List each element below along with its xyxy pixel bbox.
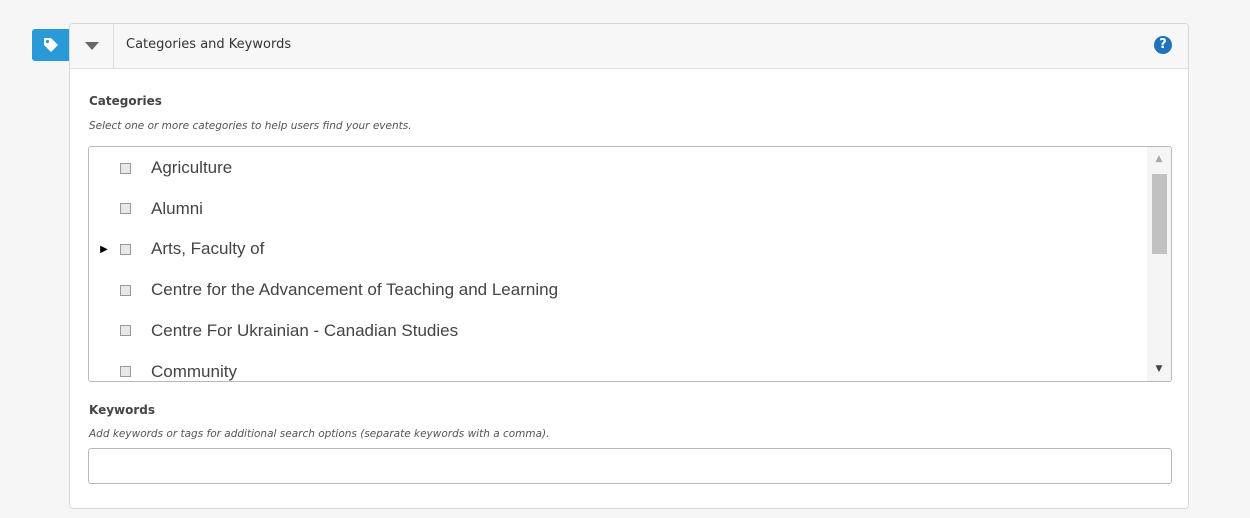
expand-arrow-icon[interactable]: ▶ xyxy=(99,244,109,255)
categories-scrollbar[interactable]: ▲ ▼ xyxy=(1147,147,1171,381)
tag-icon xyxy=(44,38,58,52)
categories-help-text: Select one or more categories to help us… xyxy=(89,120,412,132)
question-circle-icon[interactable]: ? xyxy=(1154,36,1172,54)
category-label: Community xyxy=(151,361,237,381)
category-item[interactable]: Community xyxy=(89,357,1147,382)
keywords-label: Keywords xyxy=(89,403,156,417)
panel-title: Categories and Keywords xyxy=(126,37,292,52)
panel-header: Categories and Keywords ? xyxy=(70,24,1188,69)
category-label: Agriculture xyxy=(151,158,233,177)
category-item[interactable]: Centre for the Advancement of Teaching a… xyxy=(89,275,1147,305)
keywords-input[interactable] xyxy=(88,448,1172,484)
category-checkbox[interactable] xyxy=(120,203,131,215)
category-checkbox[interactable] xyxy=(120,243,131,255)
caret-down-icon xyxy=(84,41,99,50)
scroll-down-arrow-icon[interactable]: ▼ xyxy=(1147,359,1171,379)
categories-list-box[interactable]: Agriculture Alumni ▶ Arts, Faculty of Centre… xyxy=(88,146,1172,382)
categories-keywords-panel: Categories and Keywords ? Categories Sel… xyxy=(69,23,1189,509)
category-checkbox[interactable] xyxy=(120,284,131,296)
keywords-help-text: Add keywords or tags for additional sear… xyxy=(89,428,550,440)
category-item[interactable]: ▶ Arts, Faculty of xyxy=(89,234,1147,264)
scrollbar-thumb[interactable] xyxy=(1152,174,1167,254)
scroll-up-arrow-icon[interactable]: ▲ xyxy=(1147,149,1171,169)
category-label: Centre for the Advancement of Teaching a… xyxy=(151,280,559,300)
category-checkbox[interactable] xyxy=(120,366,131,377)
tag-badge xyxy=(32,29,70,61)
collapse-toggle[interactable] xyxy=(70,24,114,68)
category-checkbox[interactable] xyxy=(120,325,131,337)
category-label: Alumni xyxy=(151,198,203,218)
category-label: Centre For Ukrainian - Canadian Studies xyxy=(151,320,459,340)
category-checkbox[interactable] xyxy=(120,162,131,174)
category-item[interactable]: Alumni xyxy=(89,194,1147,224)
categories-label: Categories xyxy=(89,94,162,108)
category-label: Arts, Faculty of xyxy=(151,239,265,259)
category-item[interactable]: Centre For Ukrainian - Canadian Studies xyxy=(89,316,1147,346)
category-item[interactable]: Agriculture xyxy=(89,153,1147,183)
